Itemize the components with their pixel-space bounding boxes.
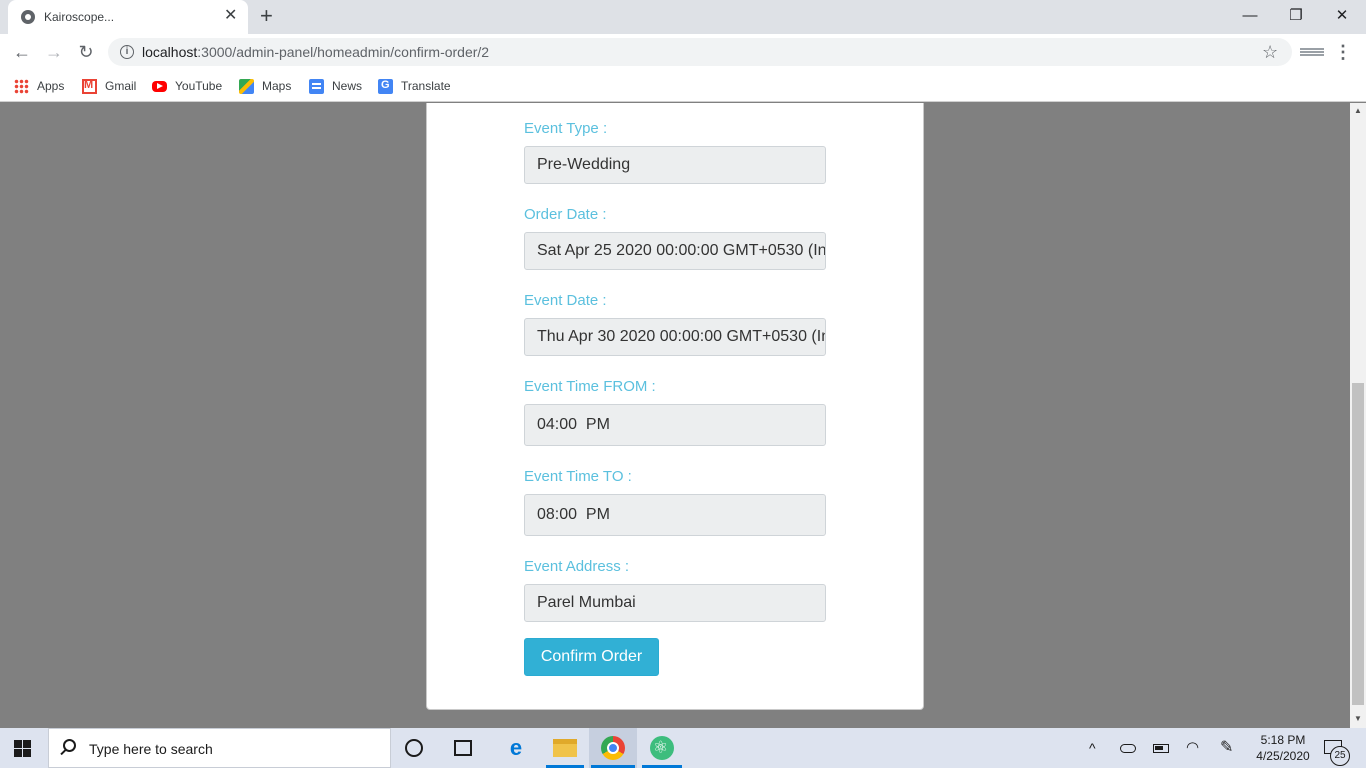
bookmark-youtube[interactable]: YouTube — [152, 77, 222, 95]
scroll-thumb[interactable] — [1352, 383, 1364, 705]
bookmark-label: YouTube — [175, 79, 223, 93]
event-address-field[interactable]: Parel Mumbai — [524, 584, 826, 622]
browser-tab[interactable]: Kairoscope... ✕ — [8, 0, 248, 34]
scroll-down-icon[interactable]: ▼ — [1354, 714, 1362, 723]
search-icon — [63, 739, 76, 752]
event-type-value: Pre-Wedding — [537, 156, 631, 173]
forward-arrow-icon[interactable]: → — [42, 40, 66, 64]
event-time-from-value: 04:00 PM — [537, 416, 610, 433]
browser-toolbar: ← → ↻ i localhost:3000/admin-panel/homea… — [0, 34, 1366, 70]
onedrive-cloud-icon[interactable] — [1120, 744, 1136, 753]
restore-icon[interactable]: ❐ — [1274, 4, 1318, 28]
bookmark-label: News — [332, 79, 363, 93]
bookmark-translate[interactable]: Translate — [378, 77, 451, 95]
confirm-order-button[interactable]: Confirm Order — [524, 638, 659, 676]
info-icon[interactable]: i — [120, 45, 134, 59]
event-date-field[interactable]: Thu Apr 30 2020 00:00:00 GMT+0530 (India… — [524, 318, 826, 356]
new-tab-icon[interactable]: + — [260, 4, 273, 28]
scroll-up-icon[interactable]: ▲ — [1354, 106, 1362, 115]
reload-icon[interactable]: ↻ — [74, 40, 98, 64]
bookmark-label: Maps — [262, 79, 292, 93]
minimize-icon[interactable]: — — [1228, 4, 1272, 28]
wifi-icon[interactable]: ◠ — [1186, 738, 1199, 758]
confirm-order-card: Event Type : Pre-Wedding Order Date : Sa… — [426, 103, 924, 710]
bookmark-news[interactable]: News — [309, 77, 362, 95]
task-view-icon[interactable] — [454, 740, 472, 756]
maps-icon — [239, 78, 254, 94]
news-icon — [309, 78, 324, 94]
notification-count-badge: 25 — [1330, 746, 1350, 766]
bookmark-star-icon[interactable]: ☆ — [1262, 42, 1278, 62]
event-address-label: Event Address : — [524, 558, 630, 575]
battery-icon[interactable] — [1153, 744, 1169, 753]
event-time-from-field[interactable]: 04:00 PM — [524, 404, 826, 446]
edge-icon[interactable]: e — [504, 736, 528, 760]
event-type-field[interactable]: Pre-Wedding — [524, 146, 826, 184]
youtube-icon — [152, 80, 167, 92]
extension-icon[interactable] — [1300, 48, 1324, 56]
clock-time: 5:18 PM — [1260, 733, 1306, 747]
bookmark-label: Gmail — [105, 79, 137, 93]
page-scrollbar[interactable]: ▲ ▼ — [1350, 103, 1366, 728]
pen-workspace-icon[interactable]: ✎ — [1220, 738, 1233, 758]
apps-icon — [14, 78, 29, 94]
event-date-label: Event Date : — [524, 292, 607, 309]
bookmark-gmail[interactable]: Gmail — [82, 77, 136, 95]
url-host: localhost — [142, 44, 198, 60]
page-viewport: Event Type : Pre-Wedding Order Date : Sa… — [0, 103, 1350, 728]
taskbar-search-placeholder: Type here to search — [89, 741, 213, 757]
show-hidden-icons-chevron-icon[interactable]: ^ — [1089, 738, 1096, 758]
tab-title: Kairoscope... — [44, 10, 115, 24]
event-time-to-field[interactable]: 08:00 PM — [524, 494, 826, 536]
kebab-menu-icon[interactable]: ⋮ — [1334, 40, 1352, 64]
event-date-value: Thu Apr 30 2020 00:00:00 GMT+0530 (India… — [537, 328, 825, 345]
windows-start-icon[interactable] — [14, 740, 31, 757]
bookmark-apps[interactable]: Apps — [14, 77, 64, 95]
url-path: :3000/admin-panel/homeadmin/confirm-orde… — [197, 44, 490, 60]
gmail-icon — [82, 78, 97, 94]
tab-close-icon[interactable]: ✕ — [224, 7, 237, 25]
bookmark-label: Translate — [401, 79, 451, 93]
windows-taskbar: Type here to search e ^ ◠ ✎ 5:18 PM 4/25… — [0, 728, 1366, 768]
clock-date: 4/25/2020 — [1256, 749, 1310, 763]
tab-strip: Kairoscope... ✕ + — ❐ ✕ — [0, 0, 1366, 34]
file-explorer-icon[interactable] — [553, 739, 577, 757]
window-close-icon[interactable]: ✕ — [1320, 4, 1364, 28]
order-date-label: Order Date : — [524, 206, 607, 223]
event-time-from-label: Event Time FROM : — [524, 378, 656, 395]
bookmarks-bar: Apps Gmail YouTube Maps News Translate — [0, 70, 1366, 102]
bookmark-maps[interactable]: Maps — [239, 77, 291, 95]
globe-icon — [21, 10, 35, 24]
back-arrow-icon[interactable]: ← — [10, 40, 34, 64]
event-time-to-label: Event Time TO : — [524, 468, 632, 485]
event-type-label: Event Type : — [524, 120, 608, 137]
taskbar-search-box[interactable]: Type here to search — [48, 728, 391, 768]
bookmark-label: Apps — [37, 79, 65, 93]
order-date-field[interactable]: Sat Apr 25 2020 00:00:00 GMT+0530 (India… — [524, 232, 826, 270]
atom-icon[interactable] — [650, 736, 674, 760]
cortana-icon[interactable] — [405, 739, 423, 757]
taskbar-clock[interactable]: 5:18 PM 4/25/2020 — [1248, 732, 1318, 764]
event-time-to-value: 08:00 PM — [537, 506, 610, 523]
translate-icon — [378, 78, 393, 94]
address-bar[interactable]: i localhost:3000/admin-panel/homeadmin/c… — [108, 38, 1292, 66]
event-address-value: Parel Mumbai — [537, 594, 636, 611]
chrome-icon[interactable] — [601, 736, 625, 760]
url-text[interactable]: localhost:3000/admin-panel/homeadmin/con… — [142, 44, 489, 60]
order-date-value: Sat Apr 25 2020 00:00:00 GMT+0530 (India… — [537, 242, 826, 259]
